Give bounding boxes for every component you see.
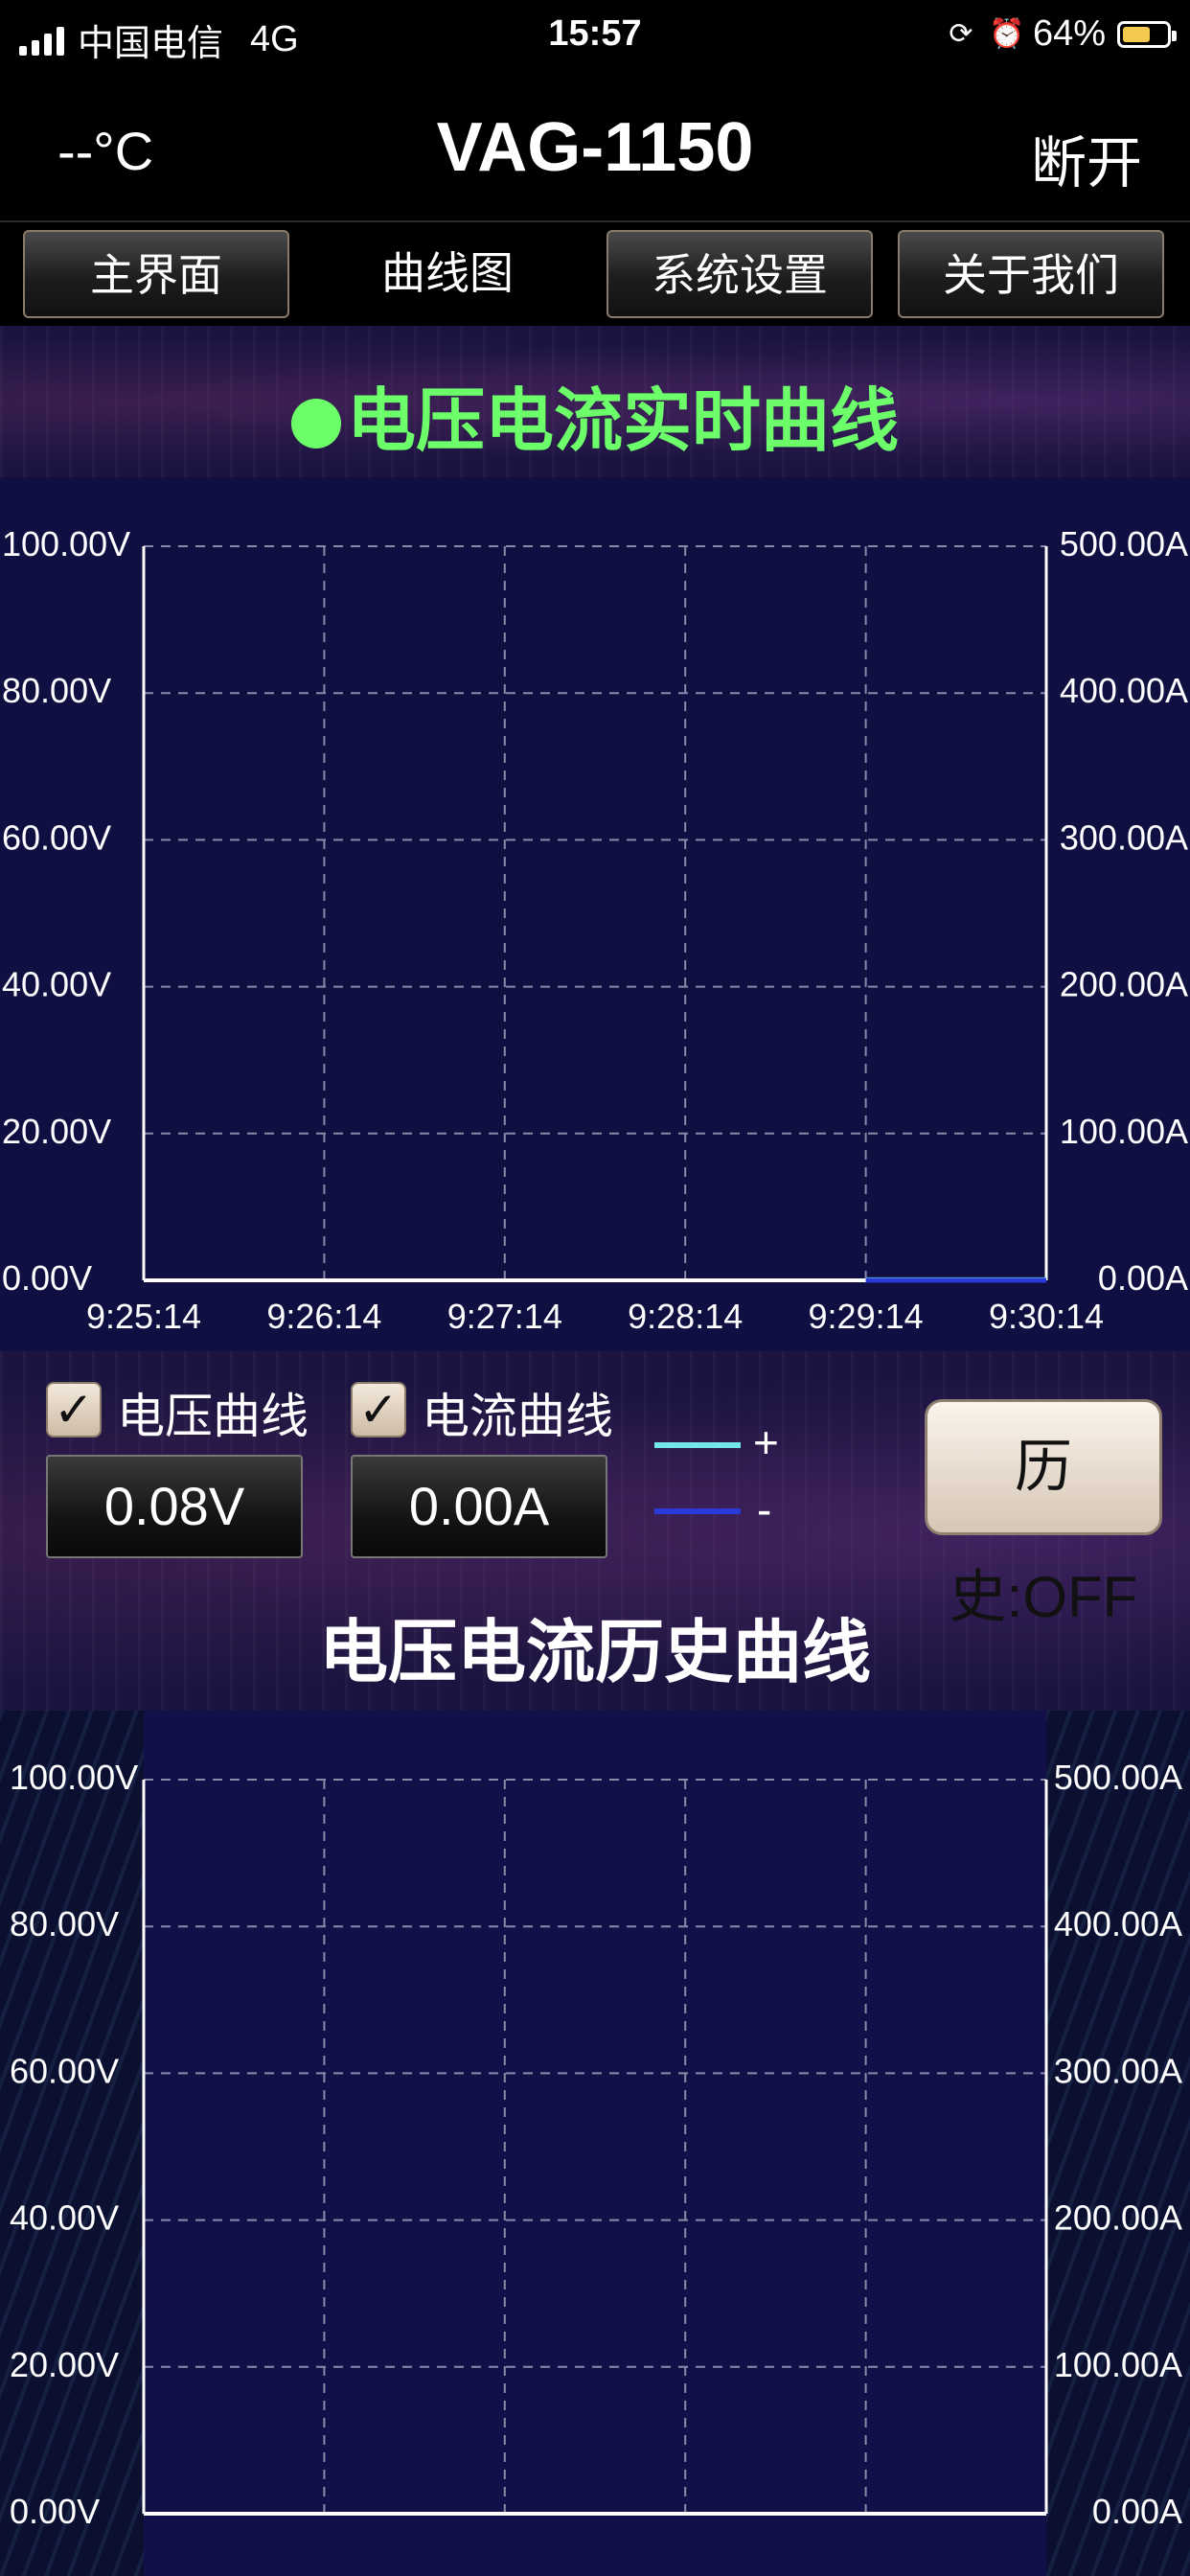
y-right-tick-label: 400.00A — [1054, 1904, 1182, 1944]
x-tick-label: 9:27:14 — [447, 1297, 562, 1336]
rotation-lock-icon: ⟳ — [949, 17, 973, 50]
y-left-tick-label: 60.00V — [10, 2051, 119, 2090]
y-right-tick-label: 300.00A — [1054, 2051, 1182, 2090]
history-toggle-button[interactable]: 历史:OFF — [925, 1399, 1162, 1629]
voltage-curve-label: 电压曲线 — [117, 1390, 309, 1443]
device-title: VAG-1150 — [436, 109, 754, 186]
y-left-tick-label: 60.00V — [2, 817, 111, 857]
history-chart-panel: 100.00V 500.00A 80.00V 400.00A 60.00V 300.00A… — [0, 1711, 1190, 2576]
legend-plus-sign: + — [753, 1417, 779, 1467]
y-right-tick-label: 300.00A — [1060, 817, 1188, 857]
y-left-tick-label: 0.00V — [10, 2492, 100, 2531]
y-left-tick-label: 20.00V — [10, 2345, 119, 2384]
x-tick-label: 9:28:14 — [628, 1297, 743, 1336]
y-left-tick-label: 100.00V — [10, 1758, 138, 1797]
title-bar: --°C VAG-1150 断开 — [0, 72, 1190, 222]
realtime-chart-panel: 100.00V 500.00A 80.00V 400.00A 60.00V 300.00A… — [0, 477, 1190, 1351]
disconnect-button[interactable]: 断开 — [1031, 118, 1142, 198]
y-left-tick-label: 80.00V — [10, 1904, 119, 1944]
alarm-icon: ⏰ — [988, 17, 1025, 50]
status-bar: 中国电信 4G 15:57 ⟳ ⏰ 64% — [0, 0, 1190, 72]
realtime-title-text: 电压电流实时曲线 — [346, 383, 899, 460]
y-right-tick-label: 0.00A — [1092, 2492, 1182, 2531]
realtime-header: 电压电流实时曲线 — [0, 326, 1190, 477]
history-chart: 100.00V 500.00A 80.00V 400.00A 60.00V 300.00A… — [10, 1758, 1182, 2531]
x-tick-label: 9:29:14 — [809, 1297, 924, 1336]
y-left-tick-label: 80.00V — [2, 671, 111, 710]
voltage-readout: 0.08V — [46, 1455, 303, 1558]
voltage-curve-checkbox[interactable]: ✓ — [46, 1382, 102, 1438]
battery-percent: 64% — [1032, 13, 1106, 54]
legend-minus-sign: - — [757, 1484, 772, 1534]
current-readout: 0.00A — [351, 1455, 607, 1558]
y-right-tick-label: 400.00A — [1060, 671, 1188, 710]
x-tick-label: 9:30:14 — [989, 1297, 1104, 1336]
y-right-tick-label: 200.00A — [1060, 965, 1188, 1004]
y-right-tick-label: 500.00A — [1054, 1758, 1182, 1797]
y-left-tick-label: 40.00V — [10, 2198, 119, 2238]
y-left-tick-label: 20.00V — [2, 1112, 111, 1151]
history-title: 电压电流历史曲线 — [318, 1615, 871, 1691]
realtime-chart: 100.00V 500.00A 80.00V 400.00A 60.00V 300.00A… — [2, 524, 1188, 1336]
tab-about[interactable]: 关于我们 — [898, 230, 1164, 318]
legend-plus-line — [654, 1442, 741, 1448]
y-right-tick-label: 100.00A — [1054, 2345, 1182, 2384]
tab-curves[interactable]: 曲线图 — [314, 230, 581, 318]
x-tick-label: 9:26:14 — [266, 1297, 381, 1336]
y-right-tick-label: 100.00A — [1060, 1112, 1188, 1151]
status-dot-icon — [290, 399, 341, 448]
current-curve-label: 电流曲线 — [422, 1390, 613, 1443]
y-left-tick-label: 0.00V — [2, 1258, 92, 1298]
battery-fill — [1123, 26, 1151, 42]
realtime-title: 电压电流实时曲线 — [0, 364, 1190, 465]
x-tick-label: 9:25:14 — [86, 1297, 201, 1336]
tab-main[interactable]: 主界面 — [23, 230, 289, 318]
tab-settings[interactable]: 系统设置 — [606, 230, 873, 318]
y-right-tick-label: 200.00A — [1054, 2198, 1182, 2238]
y-right-tick-label: 0.00A — [1098, 1258, 1188, 1298]
controls-panel: ✓ 电压曲线 ✓ 电流曲线 0.08V 0.00A + - 历史:OFF 电压电… — [0, 1351, 1190, 1715]
battery-icon — [1117, 20, 1177, 48]
y-right-tick-label: 500.00A — [1060, 524, 1188, 564]
legend-minus-line — [654, 1508, 741, 1514]
current-curve-checkbox[interactable]: ✓ — [351, 1382, 406, 1438]
tab-bar: 主界面 曲线图 系统设置 关于我们 — [0, 222, 1190, 326]
y-left-tick-label: 100.00V — [2, 524, 130, 564]
y-left-tick-label: 40.00V — [2, 965, 111, 1004]
